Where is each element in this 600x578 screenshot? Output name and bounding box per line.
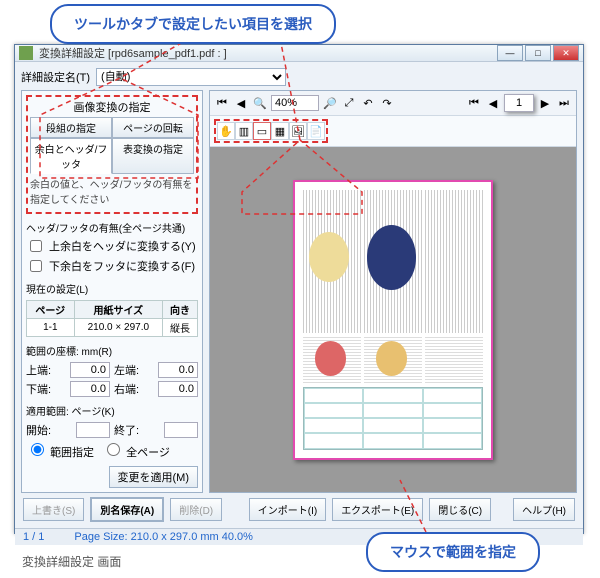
table-row[interactable]: 1-1210.0 × 297.0縦長 [27,319,198,337]
preview-table [303,387,483,449]
page-prev-icon[interactable]: ◀ [485,95,501,111]
setting-name-select[interactable]: (自動) [96,68,286,86]
tabs-group: 画像変換の指定 段組の指定 ページの回転 余白とヘッダ/フッタ 表変換の指定 余… [26,95,198,214]
preview-area[interactable] [210,147,576,492]
radio-all[interactable]: 全ページ [102,440,170,460]
tab-note: 余白の値と、ヘッダ/フッタの有無を指定してください [30,176,194,206]
table-tool-icon[interactable]: ▦ [271,122,289,140]
tab-rotation[interactable]: ページの回転 [112,117,194,138]
callout-bottom: マウスで範囲を指定 [366,532,540,572]
settings-panel: 画像変換の指定 段組の指定 ページの回転 余白とヘッダ/フッタ 表変換の指定 余… [21,90,203,493]
fit-icon[interactable]: ⤢ [341,95,357,111]
zoom-in-icon[interactable]: 🔎 [322,95,338,111]
coord-label: 範囲の座標: mm(R) [26,343,198,358]
hand-tool-icon[interactable]: ✋ [217,122,235,140]
page-preview[interactable] [293,180,493,460]
window-title: 変換詳細設定 [rpd6sample_pdf1.pdf : ] [39,45,497,61]
titlebar: 変換詳細設定 [rpd6sample_pdf1.pdf : ] — □ ✕ [15,45,583,62]
lbl-bottom: 下端: [26,381,66,397]
input-right[interactable] [158,381,198,397]
zoom-out-icon[interactable]: 🔍 [252,95,268,111]
input-bottom[interactable] [70,381,110,397]
nav-prev-icon[interactable]: ◀ [233,95,249,111]
page-next-icon[interactable]: ▶ [537,95,553,111]
hf-section-label: ヘッダ/フッタの有無(全ページ共通) [26,220,198,235]
callout-top: ツールかタブで設定したい項目を選択 [50,4,336,44]
app-window: 変換詳細設定 [rpd6sample_pdf1.pdf : ] — □ ✕ 詳細… [14,44,584,534]
setting-name-label: 詳細設定名(T) [21,69,90,85]
page-last-icon[interactable]: ⏭ [556,95,572,111]
chk-footer[interactable]: 下余白をフッタに変換する(F) [26,257,198,275]
preview-toolbar: ⏮ ◀ 🔍 🔎 ⤢ ↶ ↷ ⏮ ◀ ▶ ⏭ [210,91,576,116]
image-tool-icon[interactable]: 🖼 [289,122,307,140]
lbl-right: 右端: [114,381,154,397]
saveas-button[interactable]: 別名保存(A) [90,497,164,522]
minimize-button[interactable]: — [497,45,523,61]
overwrite-button[interactable]: 上書き(S) [23,498,84,521]
status-size: Page Size: 210.0 x 297.0 mm 40.0% [74,531,253,543]
rotate-right-icon[interactable]: ↷ [379,95,395,111]
current-settings-table: ページ用紙サイズ向き 1-1210.0 × 297.0縦長 [26,300,198,337]
input-left[interactable] [158,362,198,378]
layout-tools-group: ✋ ▥ ▭ ▦ 🖼 📄 [214,119,328,143]
delete-button[interactable]: 削除(D) [170,498,222,521]
tab-table[interactable]: 表変換の指定 [112,138,194,174]
apply-range-label: 適用範囲: ページ(K) [26,403,198,418]
page-first-icon[interactable]: ⏮ [466,95,482,111]
apply-changes-button[interactable]: 変更を適用(M) [109,466,199,488]
lbl-start: 開始: [26,422,72,438]
radio-range[interactable]: 範囲指定 [26,440,94,460]
close-button[interactable]: ✕ [553,45,579,61]
export-button[interactable]: エクスポート(E) [332,498,423,521]
column-tool-icon[interactable]: ▥ [235,122,253,140]
rotate-left-icon[interactable]: ↶ [360,95,376,111]
zoom-field[interactable] [271,95,319,111]
input-top[interactable] [70,362,110,378]
tab-columns[interactable]: 段組の指定 [30,117,112,138]
status-pages: 1 / 1 [23,531,44,543]
help-button[interactable]: ヘルプ(H) [513,498,575,521]
page-field[interactable] [504,94,534,112]
input-start[interactable] [76,422,110,438]
bottom-buttons: 上書き(S) 別名保存(A) 削除(D) インポート(I) エクスポート(E) … [21,493,577,522]
nav-first-icon[interactable]: ⏮ [214,95,230,111]
current-settings-label: 現在の設定(L) [26,281,198,296]
import-button[interactable]: インポート(I) [249,498,326,521]
preview-panel: ⏮ ◀ 🔍 🔎 ⤢ ↶ ↷ ⏮ ◀ ▶ ⏭ ✋ [209,90,577,493]
tab-margins[interactable]: 余白とヘッダ/フッタ [30,138,112,174]
text-tool-icon[interactable]: 📄 [307,122,325,140]
app-icon [19,46,33,60]
select-tool-icon[interactable]: ▭ [253,122,271,140]
lbl-left: 左端: [114,362,154,378]
lbl-end: 終了: [114,422,160,438]
maximize-button[interactable]: □ [525,45,551,61]
lbl-top: 上端: [26,362,66,378]
input-end[interactable] [164,422,198,438]
chk-header[interactable]: 上余白をヘッダに変換する(Y) [26,237,198,255]
close-dialog-button[interactable]: 閉じる(C) [429,498,491,521]
figure-caption: 変換詳細設定 画面 [22,553,121,570]
tool-heading: 画像変換の指定 [30,99,194,115]
